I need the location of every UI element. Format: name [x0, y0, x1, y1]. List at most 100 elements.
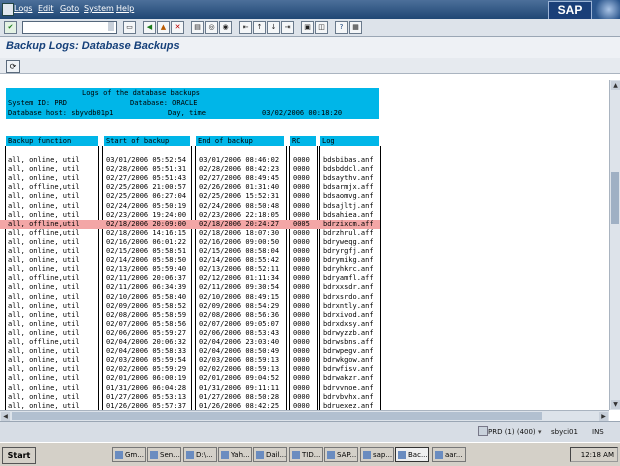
cell-rc: 0000	[293, 228, 310, 237]
column-header-start[interactable]: Start of backup	[104, 136, 190, 146]
cell-rc: 0000	[293, 237, 310, 246]
cell-start: 02/08/2006 05:58:59	[106, 310, 187, 319]
table-row[interactable]: all, online, util 02/08/2006 05:58:59 02/0…	[0, 311, 380, 320]
table-row[interactable]: all, online, util 02/16/2006 06:01:22 02/1…	[0, 238, 380, 247]
scroll-left-icon[interactable]: ◀	[1, 412, 10, 421]
cell-log: bdrzixcm.aff	[323, 219, 374, 228]
table-row[interactable]: all, online, util 01/27/2006 05:53:13 01/2…	[0, 393, 380, 402]
find-icon[interactable]: ◎	[205, 21, 218, 34]
column-header-rc[interactable]: RC	[290, 136, 316, 146]
exit-icon[interactable]: ▲	[157, 21, 170, 34]
cell-rc: 0000	[293, 274, 310, 283]
status-expand-icon[interactable]	[478, 426, 488, 436]
table-row[interactable]: all, online, util 02/14/2006 05:58:50 02/1…	[0, 256, 380, 265]
back-icon[interactable]: ◀	[143, 21, 156, 34]
taskbar-button[interactable]: D:\...	[183, 447, 217, 462]
first-page-icon[interactable]: ⇤	[239, 21, 252, 34]
cell-backup-function: all, offline,util	[8, 183, 80, 192]
cell-rc: 0000	[293, 292, 310, 301]
shortcut-icon[interactable]: ◫	[315, 21, 328, 34]
vertical-scroll-thumb[interactable]	[611, 172, 619, 224]
table-row[interactable]: all, offline,util 02/18/2006 14:16:15 02/1…	[0, 229, 380, 238]
last-page-icon[interactable]: ⇥	[281, 21, 294, 34]
menu-system[interactable]: System	[84, 4, 114, 13]
table-row[interactable]: all, online, util 02/13/2006 05:59:40 02/1…	[0, 265, 380, 274]
table-row[interactable]: all, online, util 02/10/2006 05:58:40 02/1…	[0, 293, 380, 302]
table-row[interactable]: all, online, util 02/01/2006 06:00:19 02/0…	[0, 374, 380, 383]
table-row[interactable]: all, online, util 02/15/2006 05:58:51 02/1…	[0, 247, 380, 256]
menu-goto[interactable]: Goto	[60, 4, 79, 13]
layout-menu-icon[interactable]: ▦	[349, 21, 362, 34]
taskbar-button-label: TID...	[302, 451, 321, 459]
taskbar-button[interactable]: aar...	[432, 447, 466, 462]
start-button[interactable]: Start	[2, 447, 36, 464]
taskbar-button-label: Gm...	[125, 451, 144, 459]
cell-backup-function: all, online, util	[8, 256, 80, 265]
table-row[interactable]: all, online, util 02/23/2006 19:24:00 02/2…	[0, 211, 380, 220]
taskbar-button[interactable]: Sen...	[147, 447, 181, 462]
cell-log: bdsaomvg.anf	[323, 192, 374, 201]
menu-help[interactable]: Help	[116, 4, 134, 13]
table-row[interactable]: all, online, util 02/25/2006 06:27:04 02/2…	[0, 192, 380, 201]
menu-edit[interactable]: Edit	[38, 4, 54, 13]
scroll-right-icon[interactable]: ▶	[599, 412, 608, 421]
menu-logs[interactable]: Logs	[14, 4, 32, 13]
taskbar-button[interactable]: TID...	[289, 447, 323, 462]
taskbar-button[interactable]: Dail...	[253, 447, 287, 462]
cell-log: bdrvvnoe.anf	[323, 383, 374, 392]
refresh-icon[interactable]: ⟳	[6, 60, 20, 73]
taskbar-button[interactable]: sap...	[360, 447, 394, 462]
table-row[interactable]: all, offline,util 02/25/2006 21:00:57 02/2…	[0, 183, 380, 192]
cell-rc: 0000	[293, 383, 310, 392]
help-icon[interactable]: ?	[335, 21, 348, 34]
table-row[interactable]: all, online, util 02/07/2006 05:58:56 02/0…	[0, 320, 380, 329]
table-row[interactable]: all, online, util 02/02/2006 05:59:29 02/0…	[0, 365, 380, 374]
taskbar-button[interactable]: SAP...	[324, 447, 358, 462]
column-header-log[interactable]: Log	[320, 136, 379, 146]
app-icon	[150, 451, 158, 459]
table-row[interactable]: all, offline,util 02/18/2006 20:09:00 02/1…	[0, 219, 380, 229]
table-row[interactable]: all, online, util 02/06/2006 05:59:27 02/0…	[0, 329, 380, 338]
cell-end: 02/04/2006 23:03:40	[199, 338, 280, 346]
save-icon[interactable]: ▭	[123, 21, 136, 34]
menu-bar: Logs Edit Goto System Help SAP	[0, 0, 620, 20]
database-type: Database: ORACLE	[130, 99, 198, 107]
cell-end: 01/27/2006 08:50:28	[199, 392, 280, 401]
cell-start: 01/27/2006 05:53:13	[106, 392, 187, 401]
find-next-icon[interactable]: ◉	[219, 21, 232, 34]
table-row[interactable]: all, offline,util 02/11/2006 20:06:37 02/1…	[0, 274, 380, 283]
next-page-icon[interactable]: ↓	[267, 21, 280, 34]
table-row[interactable]: all, online, util 02/24/2006 05:50:19 02/2…	[0, 202, 380, 211]
table-row[interactable]: all, online, util 02/03/2006 05:59:54 02/0…	[0, 356, 380, 365]
table-row[interactable]: all, online, util 02/28/2006 05:51:31 02/2…	[0, 165, 380, 174]
taskbar-button[interactable]: Gm...	[112, 447, 146, 462]
scroll-up-icon[interactable]: ▲	[611, 81, 620, 90]
taskbar-button[interactable]: Bac...	[395, 447, 429, 462]
sap-decoration	[592, 0, 620, 19]
print-icon[interactable]: ▤	[191, 21, 204, 34]
table-row[interactable]: all, online, util 01/31/2006 06:04:28 01/3…	[0, 384, 380, 393]
table-row[interactable]: all, online, util 03/01/2006 05:52:54 03/0…	[0, 156, 380, 165]
vertical-scrollbar[interactable]: ▲ ▼	[609, 80, 620, 410]
new-session-icon[interactable]: ▣	[301, 21, 314, 34]
window-menu-icon[interactable]	[2, 3, 14, 16]
command-dropdown-icon[interactable]	[108, 22, 114, 31]
scroll-down-icon[interactable]: ▼	[611, 400, 620, 409]
cell-log: bdrvbvhx.anf	[323, 392, 374, 401]
table-row[interactable]: all, online, util 02/11/2006 06:34:39 02/1…	[0, 283, 380, 292]
table-row[interactable]: all, offline,util 02/04/2006 20:06:32 02/0…	[0, 338, 380, 347]
taskbar-button[interactable]: Yah...	[218, 447, 252, 462]
table-row[interactable]: all, online, util 02/27/2006 05:51:43 02/2…	[0, 174, 380, 183]
cell-rc: 0000	[293, 365, 310, 374]
horizontal-scroll-thumb[interactable]	[12, 412, 542, 420]
enter-icon[interactable]: ✔	[4, 21, 17, 34]
cell-backup-function: all, online, util	[8, 201, 80, 210]
previous-page-icon[interactable]: ↑	[253, 21, 266, 34]
column-header-end[interactable]: End of backup	[196, 136, 284, 146]
command-field[interactable]	[22, 21, 117, 34]
table-row[interactable]: all, online, util 02/09/2006 05:58:52 02/0…	[0, 302, 380, 311]
column-header-backup-function[interactable]: Backup function	[6, 136, 98, 146]
cell-start: 02/06/2006 05:59:27	[106, 328, 187, 337]
cancel-icon[interactable]: ✕	[171, 21, 184, 34]
table-row[interactable]: all, online, util 02/04/2006 05:58:33 02/0…	[0, 347, 380, 356]
